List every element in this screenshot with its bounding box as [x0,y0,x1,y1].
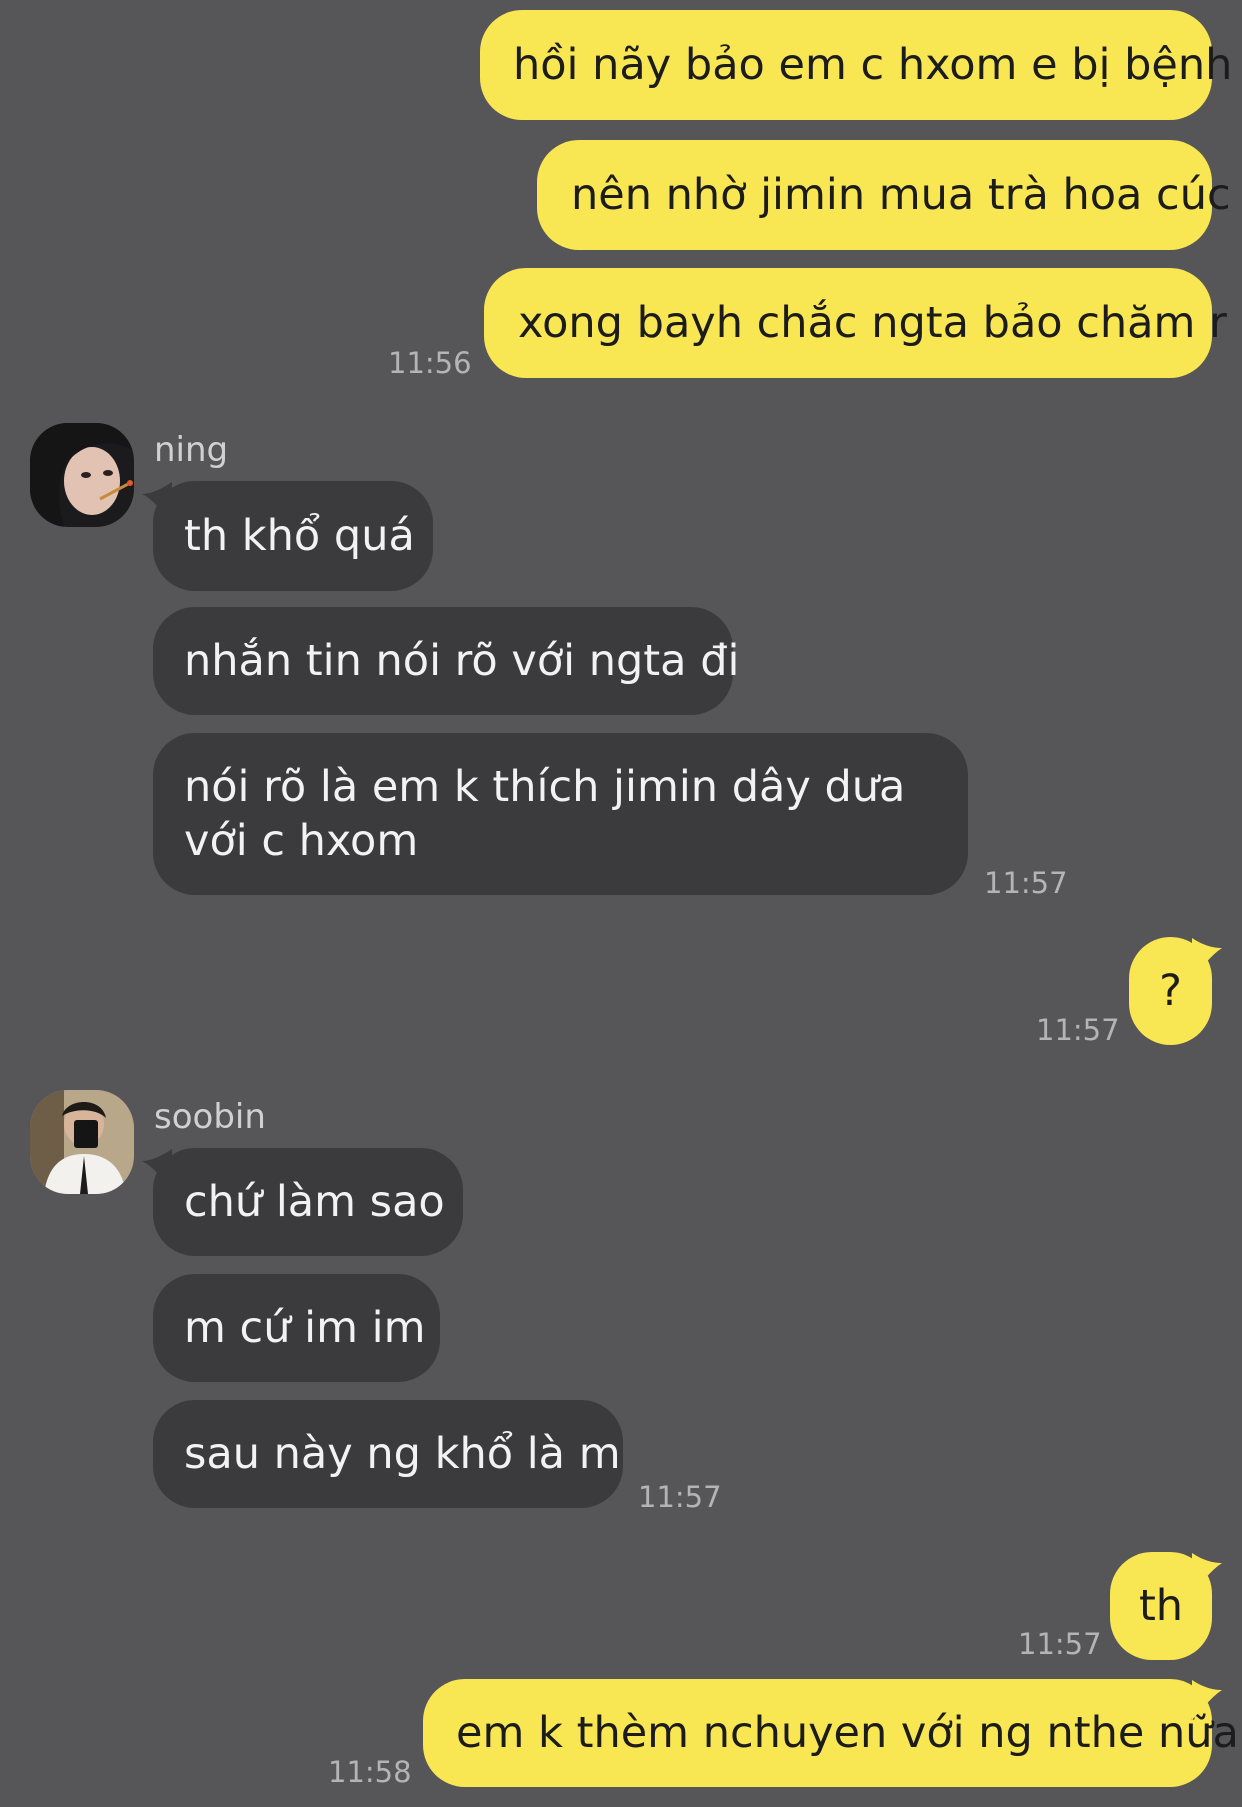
timestamp: 11:57 [1018,1627,1102,1661]
sender-name: soobin [154,1097,266,1137]
timestamp: 11:56 [388,346,472,380]
outgoing-message[interactable]: xong bayh chắc ngta bảo chăm r [484,268,1227,378]
bubble-tail [1192,938,1222,978]
avatar-ning[interactable] [30,423,134,527]
timestamp: 11:57 [1036,1013,1120,1047]
sender-name: ning [154,430,229,470]
outgoing-message[interactable]: hồi nãy bảo em c hxom e bị bệnh [480,10,1232,120]
timestamp: 11:57 [638,1480,722,1514]
incoming-message[interactable]: m cứ im im [153,1274,440,1382]
outgoing-message[interactable]: nên nhờ jimin mua trà hoa cúc [537,140,1231,250]
outgoing-message[interactable]: em k thèm nchuyen với ng nthe nữa [423,1679,1239,1787]
timestamp: 11:57 [984,866,1068,900]
incoming-message[interactable]: th khổ quá [153,481,433,591]
profile-photo-icon [30,1090,134,1194]
incoming-message[interactable]: nói rõ là em k thích jimin dây dưa với c… [153,733,968,895]
bubble-tail [1192,1680,1222,1720]
bubble-tail [1192,1553,1222,1593]
timestamp: 11:58 [328,1755,412,1789]
profile-photo-icon [30,423,134,527]
incoming-message[interactable]: chứ làm sao [153,1148,463,1256]
incoming-message[interactable]: nhắn tin nói rõ với ngta đi [153,607,739,715]
incoming-message[interactable]: sau này ng khổ là m [153,1400,623,1508]
avatar-soobin[interactable] [30,1090,134,1194]
